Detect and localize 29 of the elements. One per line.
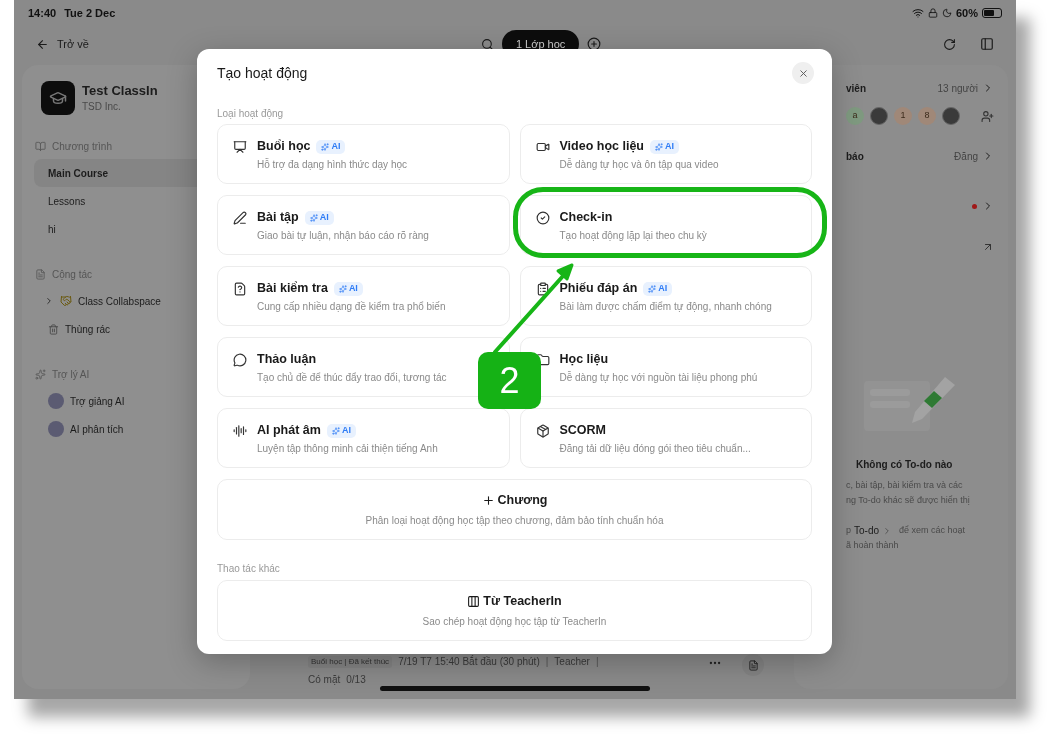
section-label: Thao tác khác bbox=[217, 562, 280, 576]
activity-time: 7/19 T7 15:40 Bắt đầu (30 phút) bbox=[398, 654, 540, 669]
attendance-count: 0/13 bbox=[346, 673, 366, 687]
dialog-title: Tạo hoạt động bbox=[217, 63, 308, 83]
members-title: viên bbox=[846, 81, 866, 96]
member-avatar: 1 bbox=[894, 107, 912, 125]
attendance-label: Có mặt bbox=[308, 673, 341, 687]
member-avatar: 8 bbox=[918, 107, 936, 125]
todo-empty-title: Không có To-do nào bbox=[856, 458, 954, 472]
ai-badge: AI bbox=[316, 139, 346, 154]
separator: | bbox=[545, 655, 549, 669]
notice-title: báo bbox=[846, 149, 864, 164]
course-org: TSD Inc. bbox=[82, 100, 122, 114]
battery-percent: 60% bbox=[955, 5, 978, 21]
ai-badge: AI bbox=[333, 281, 363, 296]
member-avatar: a bbox=[846, 107, 864, 125]
todo-description: ng To-do khác sẽ được hiển thị bbox=[846, 494, 971, 507]
separator: | bbox=[595, 655, 599, 669]
course-name: Test ClassIn bbox=[82, 82, 158, 99]
ai-badge: AI bbox=[643, 281, 673, 296]
teacher-name: Teacher bbox=[554, 655, 590, 669]
ai-badge: AI bbox=[304, 210, 334, 225]
ai-badge: AI bbox=[326, 423, 356, 438]
status-time: 14:40 bbox=[28, 5, 57, 21]
section-label: Loại hoạt động bbox=[217, 107, 284, 121]
step-callout-tooltip: 2 bbox=[478, 352, 541, 409]
status-date: Tue 2 Dec bbox=[64, 5, 116, 21]
ai-badge: AI bbox=[650, 139, 679, 154]
members-count: 13 người bbox=[937, 81, 978, 96]
